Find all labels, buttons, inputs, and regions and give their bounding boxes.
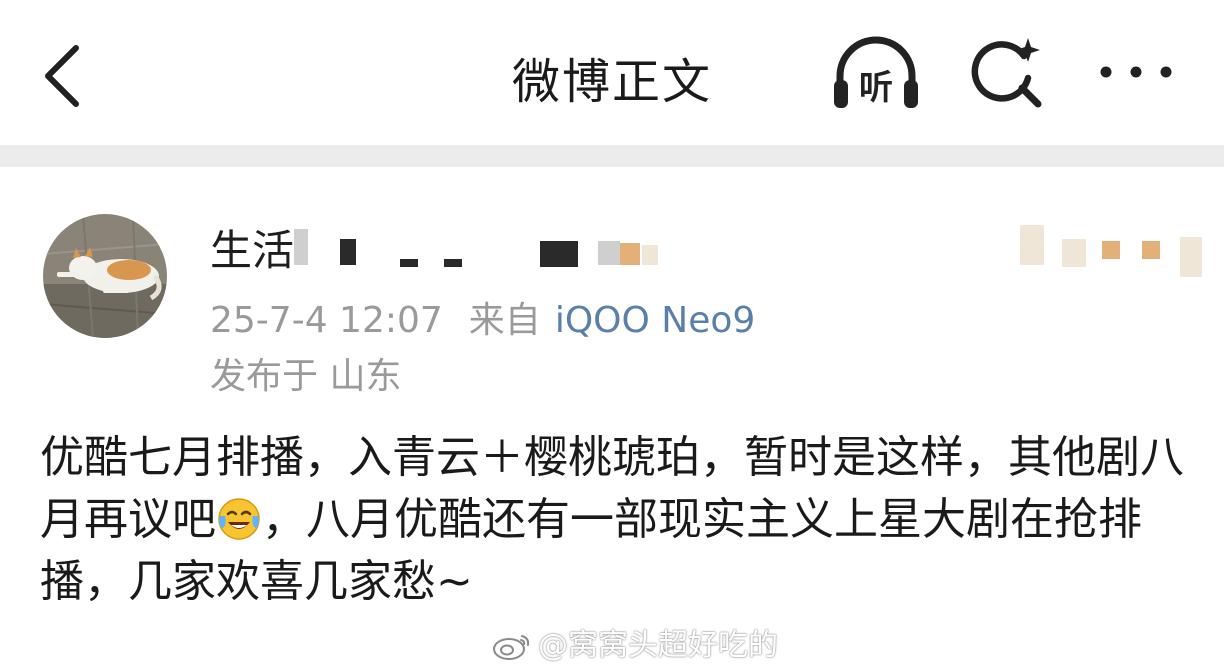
listen-button[interactable]: 听	[830, 36, 922, 112]
more-dots-icon	[1100, 66, 1172, 78]
avatar[interactable]	[43, 214, 167, 338]
laughing-tears-emoji	[218, 498, 260, 540]
post-location: 发布于 山东	[210, 356, 402, 397]
more-options-button[interactable]	[1098, 56, 1174, 88]
redaction-mark	[340, 239, 356, 265]
author-name-text: 生活	[210, 226, 295, 275]
redaction-mark	[1142, 241, 1160, 259]
device-link[interactable]: iQOO Neo9	[555, 300, 755, 341]
redaction-mark	[1180, 237, 1202, 277]
redaction-mark	[294, 229, 308, 265]
author-name[interactable]: 生活	[210, 217, 294, 278]
redaction-mark	[400, 259, 418, 267]
search-button[interactable]	[970, 34, 1048, 112]
redaction-mark	[1062, 239, 1086, 267]
watermark: @窝窝头超好吃的	[492, 620, 778, 664]
watermark-text: @窝窝头超好吃的	[538, 628, 778, 663]
redaction-mark	[1020, 225, 1044, 265]
search-sparkle-icon	[971, 38, 1042, 108]
weibo-logo-icon	[493, 635, 530, 660]
post-timestamp: 25-7-4 12:07	[210, 300, 443, 341]
post-content: 优酷七月排播，入青云＋樱桃琥珀，暂时是这样，其他剧八月再议吧 ，八月优酷还有一部…	[40, 427, 1190, 613]
post-meta: 25-7-4 12:07 来自 iQOO Neo9	[210, 291, 755, 343]
weibo-post: 生活 25-7-4 12:07 来自 iQOO Neo9 发布于 山东 优酷七月排播…	[0, 167, 1224, 665]
redaction-mark	[540, 241, 578, 267]
redaction-mark	[1102, 241, 1120, 259]
redaction-mark	[620, 243, 640, 265]
redaction-mark	[642, 245, 658, 265]
section-divider	[0, 145, 1224, 167]
top-navigation-bar: 微博正文 听	[0, 0, 1224, 145]
redaction-mark	[598, 241, 620, 265]
cat-photo-avatar	[43, 214, 167, 338]
redaction-mark	[444, 259, 462, 267]
source-prefix: 来自	[468, 300, 541, 341]
listen-label: 听	[859, 68, 893, 108]
